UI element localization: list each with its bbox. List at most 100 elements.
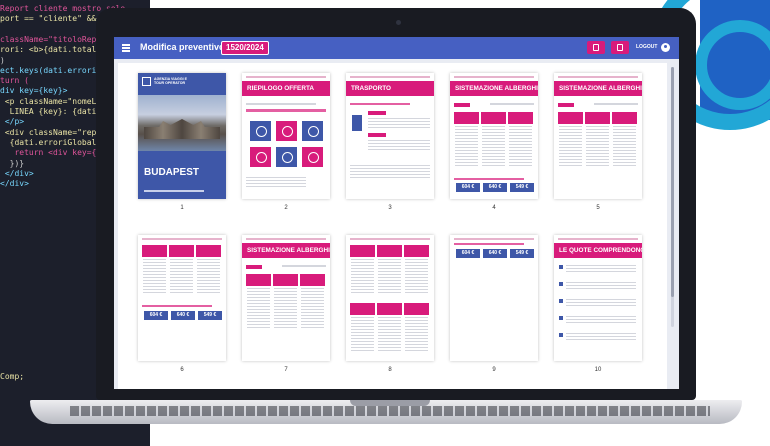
price-box: 640 €	[483, 249, 507, 258]
service-icon-tile	[250, 147, 271, 167]
service-icon-tile	[276, 147, 297, 167]
hotel-option-details	[455, 126, 478, 166]
page-number: 1	[180, 205, 184, 211]
inclusion-text	[566, 265, 636, 274]
inclusion-bullet	[559, 265, 563, 269]
pdf-button[interactable]	[611, 41, 629, 54]
transport-tab	[368, 111, 386, 115]
hotel-option-details	[378, 317, 401, 351]
page-thumbnail[interactable]: SISTEMAZIONE ALBERGHIERA 604 €640 €549 €	[450, 73, 538, 199]
user-account-icon[interactable]	[661, 43, 670, 52]
price-box: 640 €	[171, 311, 195, 320]
cover-dates-line	[144, 190, 204, 192]
hotel-option-header	[350, 303, 375, 315]
pages-grid: AGENZIA VIAGGI E TOUR OPERATOR BUDAPEST 1 R…	[118, 63, 667, 389]
page-number: 7	[284, 367, 288, 373]
hotel-option-header	[350, 245, 375, 257]
hotel-option-details	[586, 126, 609, 166]
hotel-option-details	[197, 259, 220, 293]
inclusion-text	[566, 333, 636, 342]
page-number: 4	[492, 205, 496, 211]
page-header-line	[558, 238, 638, 240]
hotel-option-details	[559, 126, 582, 166]
hotel-option-details	[405, 259, 428, 293]
hotel-option-header	[404, 303, 429, 315]
page-section-title: SISTEMAZIONE ALBERGHIERA	[554, 81, 642, 96]
hotel-info-line	[282, 265, 326, 267]
price-box: 549 €	[510, 249, 534, 258]
transport-tab	[368, 133, 386, 137]
page-thumbnail[interactable]: 604 €640 €549 €	[450, 235, 538, 361]
page-header-line	[454, 238, 534, 240]
hotel-option-details	[482, 126, 505, 166]
page-number: 2	[284, 205, 288, 211]
laptop-keyboard	[70, 406, 710, 416]
page-thumbnail[interactable]: LE QUOTE COMPRENDONO	[554, 235, 642, 361]
inclusion-bullet	[559, 316, 563, 320]
page-number: 6	[180, 367, 184, 373]
hotel-option-details	[509, 126, 532, 166]
page-header-line	[246, 76, 326, 78]
app-header: Modifica preventivo 1520/2024 LOGOUT	[114, 37, 679, 59]
hotel-option-header	[481, 112, 506, 124]
page-header-line	[246, 238, 326, 240]
page-header-line	[350, 238, 430, 240]
cover-destination: BUDAPEST	[144, 167, 200, 178]
page-thumbnail[interactable]: RIEPILOGO OFFERTA	[242, 73, 330, 199]
inclusion-text	[566, 299, 636, 308]
transport-notes	[350, 165, 430, 179]
hotel-option-header	[273, 274, 298, 286]
price-box: 549 €	[198, 311, 222, 320]
service-icon-tile	[302, 147, 323, 167]
logout-button[interactable]: LOGOUT	[636, 44, 657, 50]
laptop-hinge-notch	[350, 400, 430, 406]
price-box: 604 €	[144, 311, 168, 320]
inclusion-text	[566, 316, 636, 325]
page-thumbnail[interactable]: SISTEMAZIONE ALBERGHIERA	[554, 73, 642, 199]
hotel-info-line	[490, 103, 534, 105]
inclusion-bullet	[559, 299, 563, 303]
code-line: return <div key={el}	[0, 148, 111, 158]
preventivo-number-badge: 1520/2024	[221, 41, 269, 55]
code-line: </div>	[0, 179, 29, 189]
hotel-option-header	[169, 245, 194, 257]
scrollbar-thumb[interactable]	[671, 67, 674, 297]
inclusion-bullet	[559, 333, 563, 337]
hotel-option-header	[300, 274, 325, 286]
hotel-option-header	[404, 245, 429, 257]
page-thumbnail[interactable]	[346, 235, 434, 361]
code-line: div key={key}>	[0, 86, 68, 96]
hotel-option-details	[301, 288, 324, 328]
page-header-line	[558, 76, 638, 78]
price-caption	[454, 178, 524, 180]
page-thumbnail[interactable]: SISTEMAZIONE ALBERGHIERA	[242, 235, 330, 361]
app-screen: Modifica preventivo 1520/2024 LOGOUT AGE…	[114, 37, 679, 389]
hotel-option-header	[585, 112, 610, 124]
page-section-title: LE QUOTE COMPRENDONO	[554, 243, 642, 258]
page-section-title: SISTEMAZIONE ALBERGHIERA	[242, 243, 330, 258]
page-thumbnail[interactable]: AGENZIA VIAGGI E TOUR OPERATOR BUDAPEST	[138, 73, 226, 199]
page-number: 5	[596, 205, 600, 211]
print-button[interactable]	[587, 41, 605, 54]
code-line: turn (	[0, 76, 29, 86]
hotel-option-details	[351, 317, 374, 351]
hamburger-menu-icon[interactable]	[122, 44, 130, 52]
transport-subtitle	[350, 103, 410, 105]
code-line: })}	[0, 158, 25, 168]
hotel-option-header	[454, 112, 479, 124]
hotel-option-details	[274, 288, 297, 328]
service-icon-tile	[250, 121, 271, 141]
price-box: 604 €	[456, 249, 480, 258]
hotel-option-header	[508, 112, 533, 124]
page-thumbnail[interactable]: TRASPORTO	[346, 73, 434, 199]
price-caption	[454, 243, 524, 245]
page-thumbnail[interactable]: 604 €640 €549 €	[138, 235, 226, 361]
code-line: </p>	[0, 117, 25, 127]
inclusion-bullet	[559, 282, 563, 286]
hotel-option-details	[247, 288, 270, 328]
hotel-option-details	[613, 126, 636, 166]
hotel-option-header	[558, 112, 583, 124]
price-box: 640 €	[483, 183, 507, 192]
price-box: 604 €	[456, 183, 480, 192]
hotel-label	[558, 103, 574, 107]
